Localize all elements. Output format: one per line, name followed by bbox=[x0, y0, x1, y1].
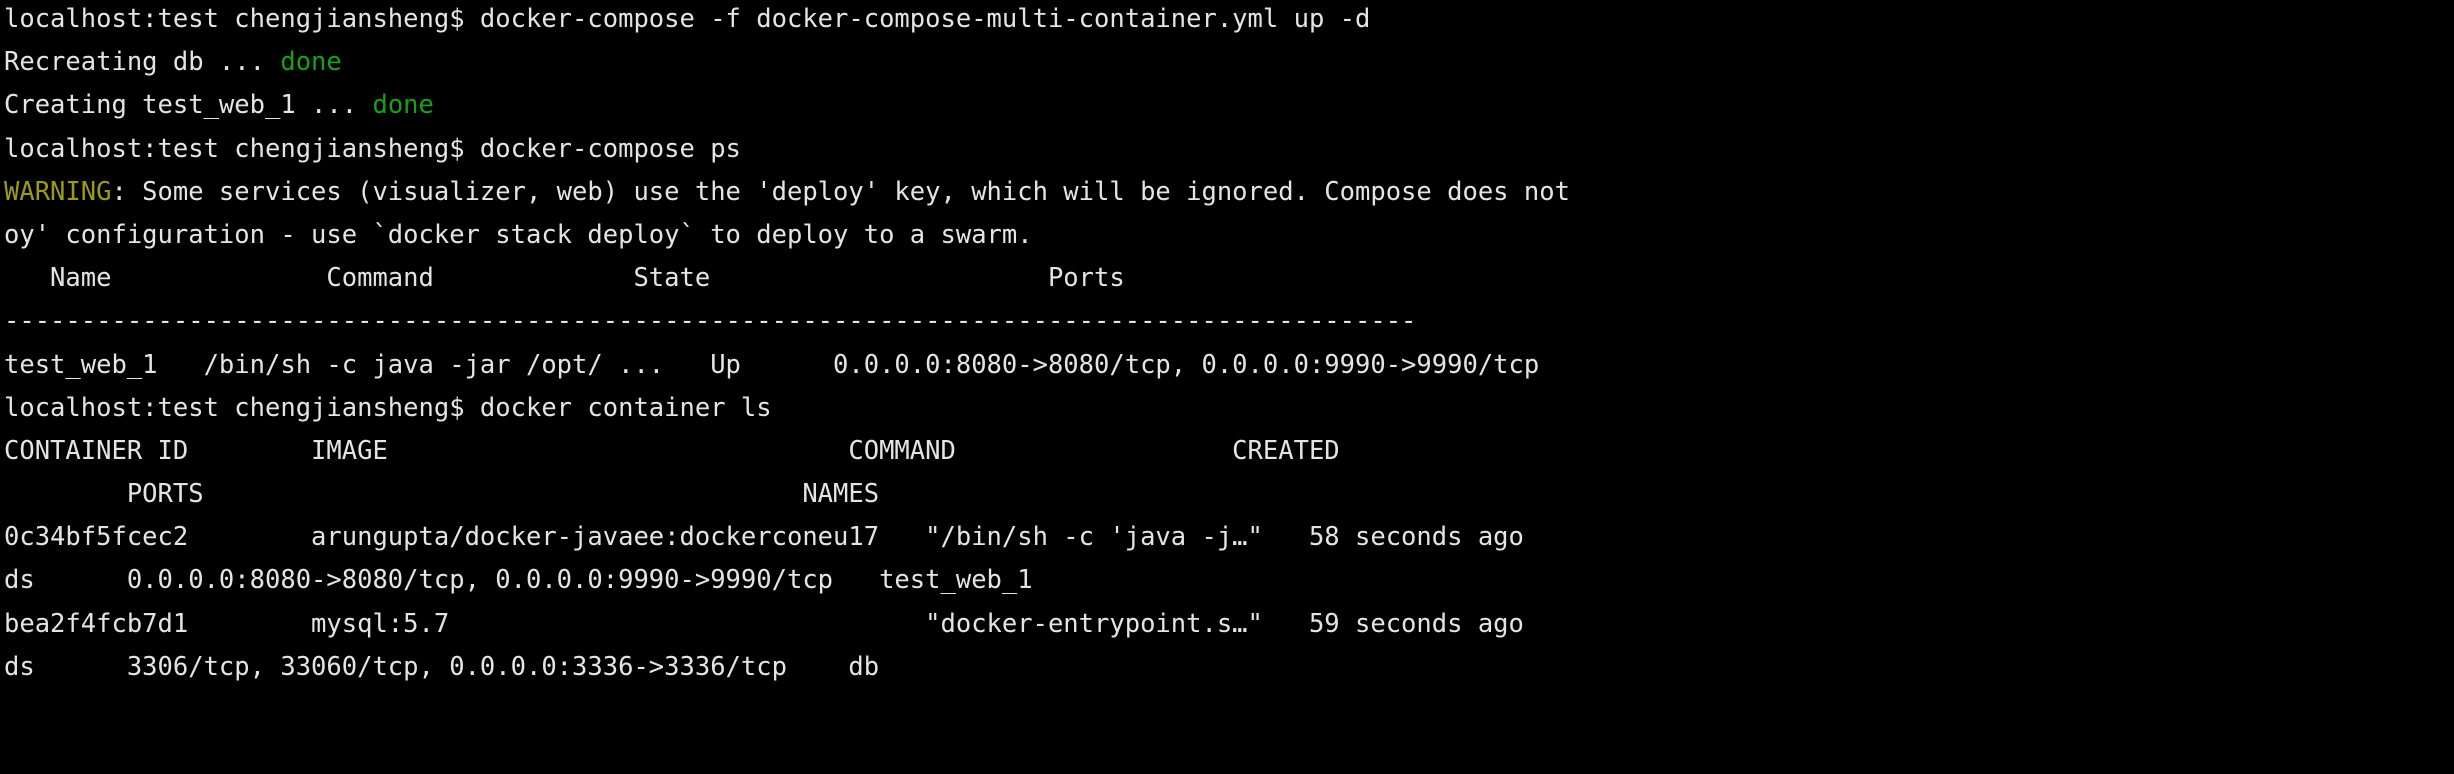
line-6-warning-continued-segment-0: oy' configuration - use `docker stack de… bbox=[4, 219, 1033, 250]
line-3-creating-test-web-1-segment-1: done bbox=[372, 90, 434, 121]
line-5-warning-deploy-key: WARNING: Some services (visualizer, web)… bbox=[4, 171, 1570, 214]
line-13-ls-row-web: 0c34bf5fcec2 arungupta/docker-javaee:doc… bbox=[4, 516, 1570, 559]
line-16-ls-row-db-continued: ds 3306/tcp, 33060/tcp, 0.0.0.0:3336->33… bbox=[4, 646, 1570, 689]
line-2-recreating-db: Recreating db ... done bbox=[4, 41, 1570, 84]
line-12-ls-header-continued-segment-0: PORTS NAMES bbox=[4, 479, 880, 510]
line-11-ls-header-segment-0: CONTAINER ID IMAGE COMMAND CREATED bbox=[4, 435, 1340, 466]
line-6-warning-continued: oy' configuration - use `docker stack de… bbox=[4, 214, 1570, 257]
line-5-warning-deploy-key-segment-0: WARNING bbox=[4, 176, 112, 207]
line-10-command-container-ls: localhost:test chengjiansheng$ docker co… bbox=[4, 387, 1570, 430]
line-4-command-compose-ps: localhost:test chengjiansheng$ docker-co… bbox=[4, 128, 1570, 171]
line-7-ps-header: Name Command State Ports bbox=[4, 257, 1570, 300]
line-3-creating-test-web-1: Creating test_web_1 ... done bbox=[4, 84, 1570, 127]
line-8-ps-separator-segment-0: ----------------------------------------… bbox=[4, 306, 1417, 337]
terminal-screen[interactable]: localhost:test chengjiansheng$ docker-co… bbox=[4, 0, 1570, 689]
line-9-ps-row-test-web-1: test_web_1 /bin/sh -c java -jar /opt/ ..… bbox=[4, 344, 1570, 387]
line-2-recreating-db-segment-1: done bbox=[280, 47, 342, 78]
line-1-command-compose-up-segment-0: localhost:test chengjiansheng$ docker-co… bbox=[4, 4, 1371, 34]
line-5-warning-deploy-key-segment-1: : Some services (visualizer, web) use th… bbox=[111, 176, 1570, 207]
line-1-command-compose-up: localhost:test chengjiansheng$ docker-co… bbox=[4, 0, 1570, 41]
line-4-command-compose-ps-segment-0: localhost:test chengjiansheng$ docker-co… bbox=[4, 133, 741, 164]
line-11-ls-header: CONTAINER ID IMAGE COMMAND CREATED bbox=[4, 430, 1570, 473]
line-15-ls-row-db: bea2f4fcb7d1 mysql:5.7 "docker-entrypoin… bbox=[4, 603, 1570, 646]
terminal-window[interactable]: localhost:test chengjiansheng$ docker-co… bbox=[0, 0, 2454, 774]
line-2-recreating-db-segment-0: Recreating db ... bbox=[4, 47, 281, 78]
line-3-creating-test-web-1-segment-0: Creating test_web_1 ... bbox=[4, 90, 373, 121]
line-16-ls-row-db-continued-segment-0: ds 3306/tcp, 33060/tcp, 0.0.0.0:3336->33… bbox=[4, 651, 880, 682]
line-13-ls-row-web-segment-0: 0c34bf5fcec2 arungupta/docker-javaee:doc… bbox=[4, 522, 1524, 553]
line-10-command-container-ls-segment-0: localhost:test chengjiansheng$ docker co… bbox=[4, 392, 772, 423]
line-8-ps-separator: ----------------------------------------… bbox=[4, 300, 1570, 343]
line-12-ls-header-continued: PORTS NAMES bbox=[4, 473, 1570, 516]
line-15-ls-row-db-segment-0: bea2f4fcb7d1 mysql:5.7 "docker-entrypoin… bbox=[4, 608, 1524, 639]
line-9-ps-row-test-web-1-segment-0: test_web_1 /bin/sh -c java -jar /opt/ ..… bbox=[4, 349, 1540, 380]
line-7-ps-header-segment-0: Name Command State Ports bbox=[4, 263, 1125, 294]
line-14-ls-row-web-continued: ds 0.0.0.0:8080->8080/tcp, 0.0.0.0:9990-… bbox=[4, 559, 1570, 602]
line-14-ls-row-web-continued-segment-0: ds 0.0.0.0:8080->8080/tcp, 0.0.0.0:9990-… bbox=[4, 565, 1033, 596]
